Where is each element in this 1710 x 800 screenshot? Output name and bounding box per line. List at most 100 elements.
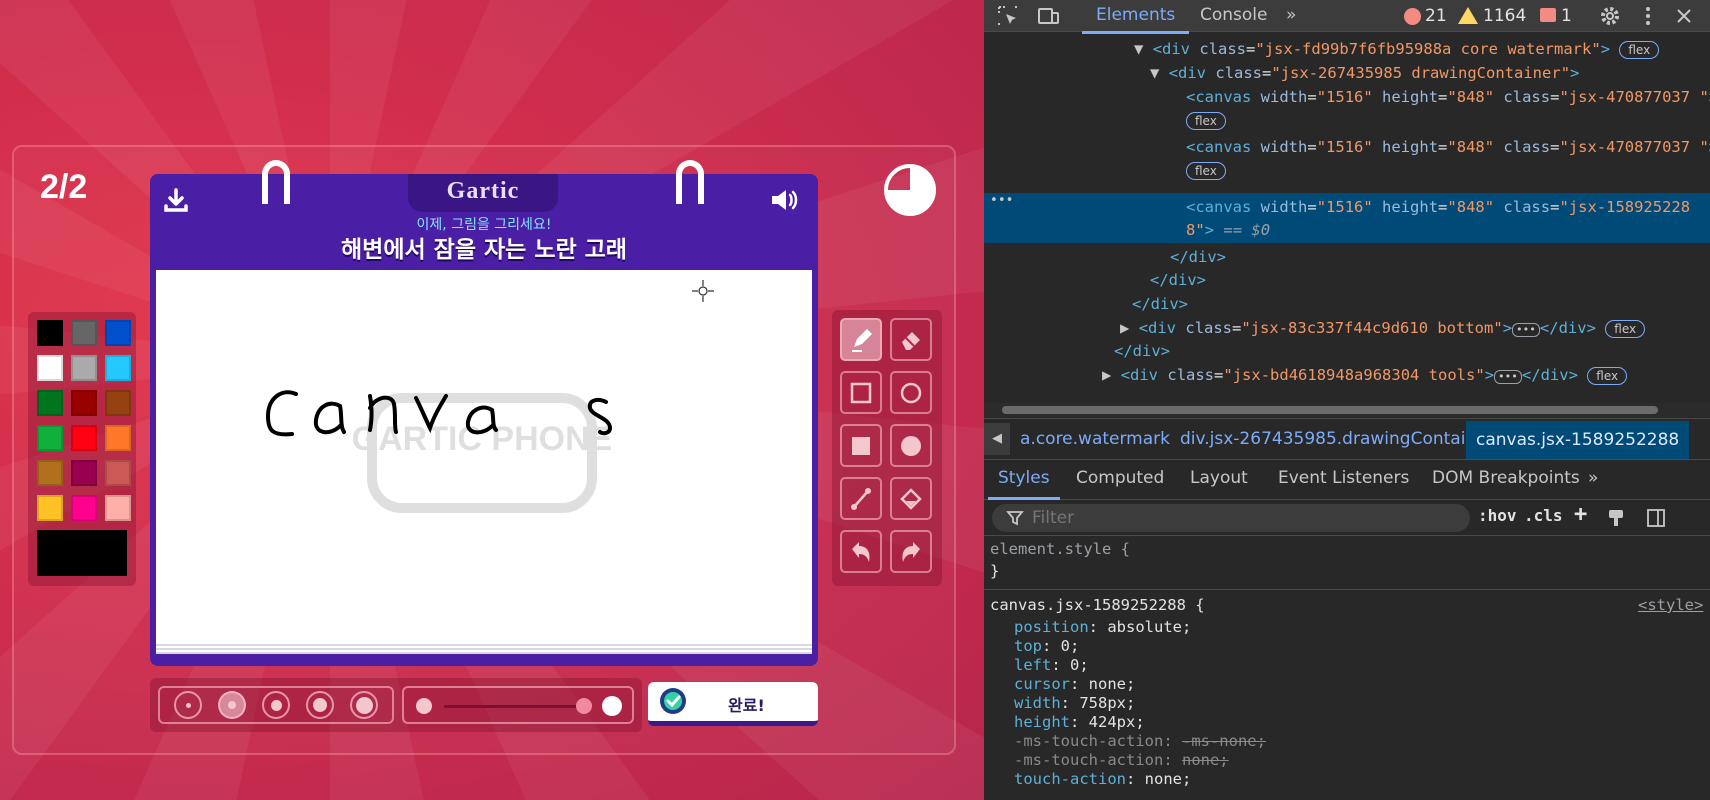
color-swatch[interactable] (105, 390, 131, 416)
css-property-name[interactable]: height (1014, 713, 1070, 731)
color-swatch[interactable] (37, 320, 63, 346)
opacity-slider[interactable] (402, 686, 634, 724)
color-swatch[interactable] (71, 460, 97, 486)
dom-node-canvas-2[interactable]: <canvas width="1516" height="848" class=… (1186, 136, 1710, 158)
css-property-name[interactable]: cursor (1014, 675, 1070, 693)
tab-layout[interactable]: Layout (1190, 468, 1248, 488)
rule-source-link[interactable]: <style> (1638, 595, 1703, 615)
download-icon[interactable] (160, 184, 192, 216)
done-button[interactable]: 완료! (648, 682, 818, 726)
issues-icon[interactable] (1540, 8, 1556, 22)
collapsed-content-icon[interactable]: ••• (1494, 370, 1522, 384)
drawing-canvas[interactable]: GARTIC PHONE (156, 270, 812, 642)
close-icon[interactable] (1672, 4, 1696, 28)
color-swatch[interactable] (105, 495, 131, 521)
rectangle-fill-tool[interactable] (840, 424, 882, 467)
sound-icon[interactable] (768, 184, 800, 216)
collapsed-content-icon[interactable]: ••• (1512, 323, 1540, 337)
dom-close-div[interactable]: </div> (1170, 246, 1226, 268)
color-swatch[interactable] (37, 425, 63, 451)
css-property-value[interactable]: none; (1089, 675, 1136, 693)
color-swatch[interactable] (71, 495, 97, 521)
color-swatch[interactable] (105, 425, 131, 451)
brush-size-option[interactable] (350, 691, 378, 719)
crumb-drawing-container[interactable]: div.jsx-267435985.drawingContainer (1180, 429, 1494, 449)
css-property-value[interactable]: 758px; (1079, 694, 1135, 712)
dom-close-div[interactable]: </div> (1150, 269, 1206, 291)
css-property-name[interactable]: -ms-touch-action (1014, 732, 1163, 750)
new-rule-icon[interactable]: + (1574, 502, 1587, 527)
color-swatch[interactable] (105, 460, 131, 486)
css-property-row[interactable]: top: 0; (1014, 636, 1079, 656)
redo-tool[interactable] (890, 530, 932, 573)
pen-tool[interactable] (840, 318, 882, 361)
element-style-selector[interactable]: element.style { (990, 539, 1130, 559)
dom-node-bottom[interactable]: ▶ <div class="jsx-83c337f44c9d610 bottom… (1120, 317, 1646, 339)
tab-console[interactable]: Console (1200, 5, 1268, 25)
crumb-left-icon[interactable]: ◀ (984, 423, 1010, 455)
css-property-name[interactable]: touch-action (1014, 770, 1126, 788)
css-property-name[interactable]: position (1014, 618, 1089, 636)
more-tabs-icon[interactable]: » (1286, 5, 1296, 25)
color-swatch[interactable] (71, 390, 97, 416)
color-swatch[interactable] (37, 460, 63, 486)
opacity-track[interactable] (444, 705, 580, 708)
css-property-row[interactable]: position: absolute; (1014, 617, 1191, 637)
settings-gear-icon[interactable] (1598, 4, 1622, 28)
crumb-canvas[interactable]: canvas.jsx-1589252288 (1466, 421, 1690, 459)
rule-selector[interactable]: canvas.jsx-1589252288 { (990, 595, 1205, 615)
toggle-sidebar-icon[interactable] (1646, 508, 1666, 528)
brush-size-option[interactable] (306, 691, 334, 719)
more-subtabs-icon[interactable]: » (1588, 468, 1598, 488)
dom-close-div[interactable]: </div> (1132, 293, 1188, 315)
css-property-row[interactable]: cursor: none; (1014, 674, 1135, 694)
color-swatch[interactable] (71, 425, 97, 451)
css-property-value[interactable]: none; (1182, 751, 1229, 769)
color-swatch[interactable] (105, 355, 131, 381)
css-property-row[interactable]: -ms-touch-action: none; (1014, 750, 1229, 770)
device-toolbar-icon[interactable] (1036, 4, 1060, 28)
css-property-name[interactable]: -ms-touch-action (1014, 751, 1163, 769)
rectangle-outline-tool[interactable] (840, 371, 882, 414)
node-actions-icon[interactable]: ••• (990, 190, 1013, 212)
css-property-row[interactable]: height: 424px; (1014, 712, 1145, 732)
error-icon[interactable] (1404, 8, 1421, 25)
tab-computed[interactable]: Computed (1076, 468, 1164, 488)
css-property-value[interactable]: -ms-none; (1182, 732, 1266, 750)
dom-node-tools[interactable]: ▶ <div class="jsx-bd4618948a968304 tools… (1102, 364, 1628, 386)
brush-size-option[interactable] (174, 691, 202, 719)
css-property-value[interactable]: 0; (1061, 637, 1080, 655)
color-swatch[interactable] (71, 355, 97, 381)
color-swatch[interactable] (37, 390, 63, 416)
paint-brush-icon[interactable] (1606, 508, 1626, 528)
error-count[interactable]: 21 (1425, 6, 1447, 26)
ellipse-outline-tool[interactable] (890, 371, 932, 414)
warning-icon[interactable] (1458, 7, 1478, 24)
brush-size-option[interactable] (262, 691, 290, 719)
css-property-value[interactable]: 0; (1070, 656, 1089, 674)
tab-elements[interactable]: Elements (1081, 5, 1190, 34)
color-swatch[interactable] (71, 320, 97, 346)
dom-close-div[interactable]: </div> (1114, 340, 1170, 362)
css-property-row[interactable]: left: 0; (1014, 655, 1089, 675)
tab-styles[interactable]: Styles (988, 468, 1060, 500)
flex-badge[interactable]: flex (1186, 111, 1226, 130)
hover-state-toggle[interactable]: :hov (1478, 506, 1517, 525)
undo-tool[interactable] (840, 530, 882, 573)
css-property-name[interactable]: left (1014, 656, 1051, 674)
tab-dom-breakpoints[interactable]: DOM Breakpoints (1432, 468, 1580, 488)
dom-node-canvas-3-cont[interactable]: 8"> == $0 (1186, 219, 1270, 241)
eraser-tool[interactable] (890, 318, 932, 361)
filter-input[interactable] (1032, 507, 1452, 529)
flex-badge[interactable]: flex (1619, 40, 1660, 59)
flex-badge[interactable]: flex (1186, 161, 1226, 180)
css-property-value[interactable]: absolute; (1107, 618, 1191, 636)
horizontal-scrollbar[interactable] (984, 403, 1710, 417)
css-property-value[interactable]: 424px; (1089, 713, 1145, 731)
line-tool[interactable] (840, 477, 882, 520)
flex-badge[interactable]: flex (1605, 319, 1646, 338)
color-swatch[interactable] (37, 495, 63, 521)
css-property-row[interactable]: width: 758px; (1014, 693, 1135, 713)
filter-box[interactable] (992, 504, 1470, 532)
color-swatch[interactable] (37, 355, 63, 381)
